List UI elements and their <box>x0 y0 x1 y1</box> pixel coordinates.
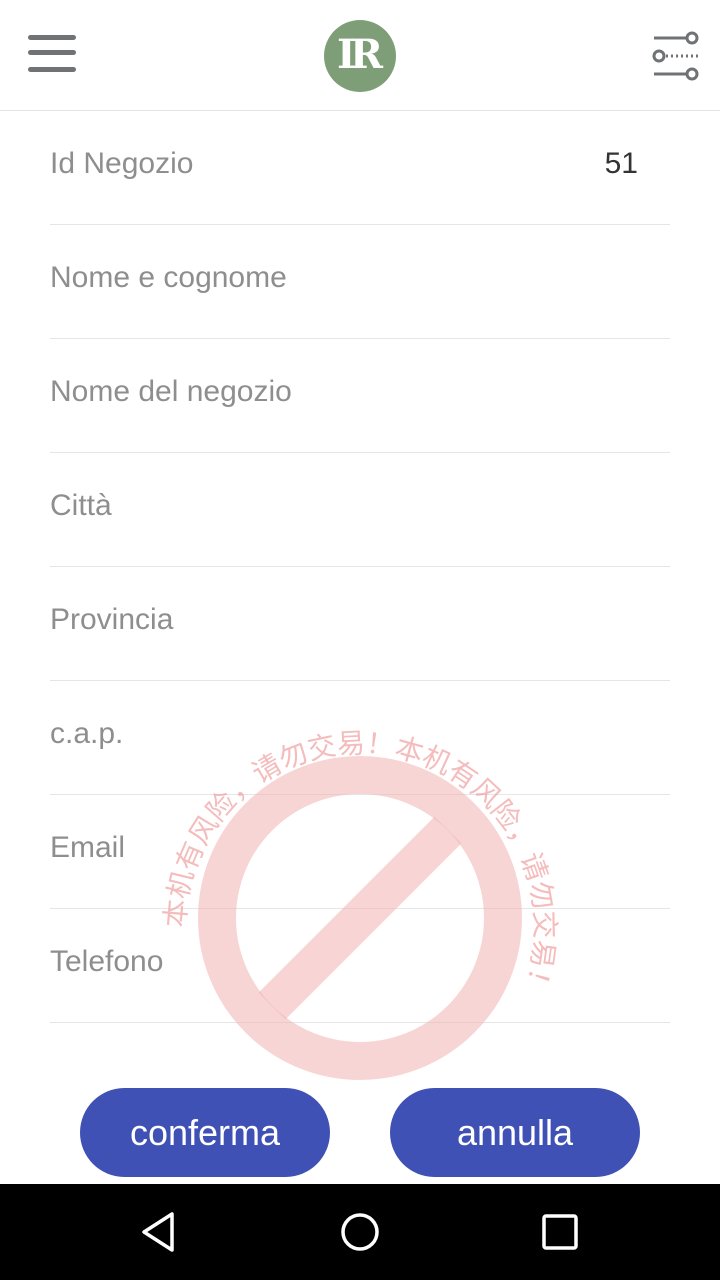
filter-settings-icon[interactable] <box>650 30 702 82</box>
phone-label: Telefono <box>50 945 164 978</box>
store-form: Id Negozio 51 Nome e cognome Nome del ne… <box>50 111 670 1023</box>
store-id-row: Id Negozio 51 <box>50 111 670 225</box>
app-logo: IR <box>324 20 396 92</box>
zip-label: c.a.p. <box>50 717 124 750</box>
full-name-label: Nome e cognome <box>50 261 287 294</box>
recent-apps-square-icon[interactable] <box>538 1210 582 1254</box>
confirm-button[interactable]: conferma <box>80 1088 330 1177</box>
phone-field[interactable]: Telefono <box>50 909 670 1023</box>
zip-field[interactable]: c.a.p. <box>50 681 670 795</box>
cancel-button[interactable]: annulla <box>390 1088 640 1177</box>
full-name-field[interactable]: Nome e cognome <box>50 225 670 339</box>
store-id-value: 51 <box>604 147 638 180</box>
city-field[interactable]: Città <box>50 453 670 567</box>
home-circle-icon[interactable] <box>338 1210 382 1254</box>
email-field[interactable]: Email <box>50 795 670 909</box>
top-app-bar: IR <box>0 0 720 111</box>
store-id-label: Id Negozio <box>50 147 194 180</box>
back-triangle-icon[interactable] <box>138 1210 182 1254</box>
logo-text: IR <box>337 30 383 78</box>
android-navigation-bar <box>0 1184 720 1280</box>
province-label: Provincia <box>50 603 174 636</box>
store-name-label: Nome del negozio <box>50 375 292 408</box>
province-field[interactable]: Provincia <box>50 567 670 681</box>
city-label: Città <box>50 489 112 522</box>
hamburger-menu-icon[interactable] <box>28 30 80 80</box>
email-label: Email <box>50 831 126 864</box>
store-name-field[interactable]: Nome del negozio <box>50 339 670 453</box>
